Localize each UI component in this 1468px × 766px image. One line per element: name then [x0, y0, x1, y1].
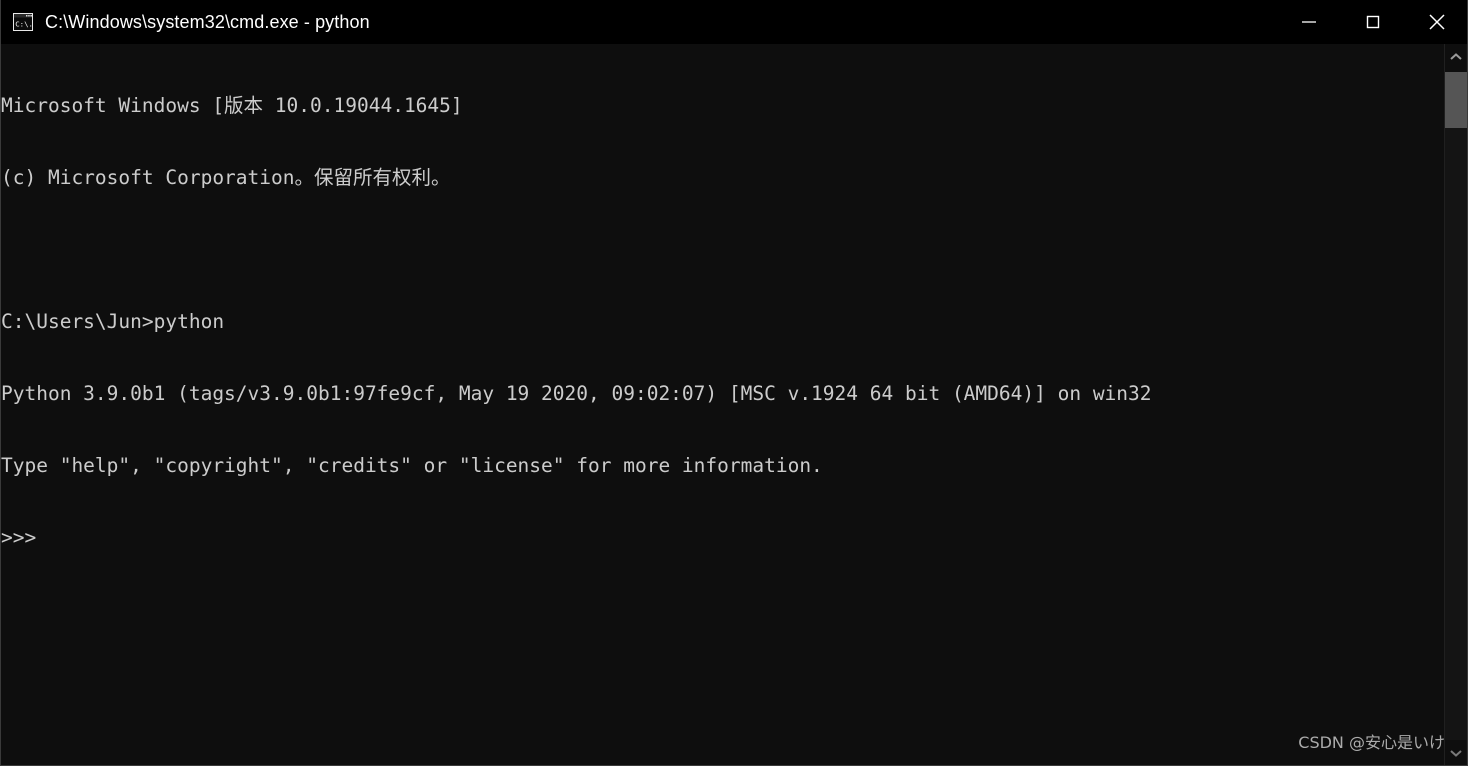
scroll-up-button[interactable] [1445, 44, 1467, 70]
console-line: Python 3.9.0b1 (tags/v3.9.0b1:97fe9cf, M… [1, 382, 1152, 405]
chevron-down-icon [1450, 750, 1462, 757]
scroll-down-button[interactable] [1445, 740, 1467, 765]
close-button[interactable] [1405, 0, 1467, 44]
window-title: C:\Windows\system32\cmd.exe - python [45, 11, 370, 32]
cmd-window: C:\. C:\Windows\system32\cmd.exe - pytho… [0, 0, 1468, 766]
cmd-console-icon: C:\. [13, 13, 33, 31]
scrollbar-track[interactable] [1445, 128, 1467, 740]
chevron-up-icon [1450, 53, 1462, 60]
scrollbar-thumb[interactable] [1445, 72, 1467, 128]
console-line: C:\Users\Jun>python [1, 310, 225, 333]
console-prompt-line[interactable]: >>> [1, 526, 1445, 550]
title-bar[interactable]: C:\. C:\Windows\system32\cmd.exe - pytho… [1, 0, 1467, 44]
console-output-area[interactable]: Microsoft Windows [版本 10.0.19044.1645] (… [1, 44, 1445, 765]
maximize-icon [1366, 15, 1380, 29]
minimize-icon [1302, 21, 1316, 23]
console-line: Microsoft Windows [版本 10.0.19044.1645] [1, 94, 463, 117]
vertical-scrollbar[interactable] [1444, 44, 1467, 765]
svg-text:C:\.: C:\. [15, 20, 33, 29]
window-controls [1277, 0, 1467, 44]
maximize-button[interactable] [1341, 0, 1405, 44]
minimize-button[interactable] [1277, 0, 1341, 44]
console-line: (c) Microsoft Corporation。保留所有权利。 [1, 166, 451, 189]
console-line: Type "help", "copyright", "credits" or "… [1, 454, 823, 477]
console-text-buffer: Microsoft Windows [版本 10.0.19044.1645] (… [1, 46, 1445, 598]
close-icon [1429, 14, 1445, 30]
